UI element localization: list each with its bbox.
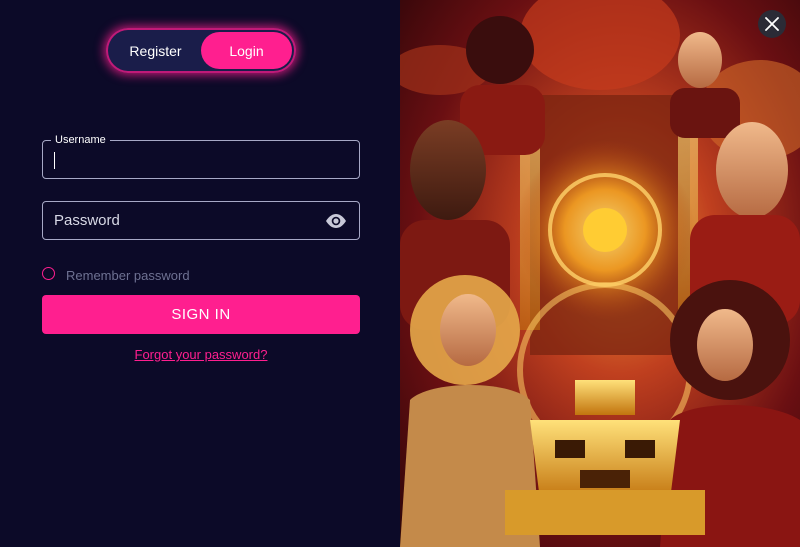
password-field xyxy=(42,201,360,240)
idol-crown xyxy=(575,380,635,415)
forgot-password-link[interactable]: Forgot your password? xyxy=(0,347,402,362)
face-shape xyxy=(440,294,496,366)
idol-base xyxy=(505,490,705,535)
idol-mouth xyxy=(580,470,630,488)
helmet-shape xyxy=(466,16,534,84)
promo-image xyxy=(400,0,800,547)
close-button[interactable] xyxy=(758,10,786,38)
sign-in-button[interactable]: SIGN IN xyxy=(42,295,360,334)
tab-login[interactable]: Login xyxy=(201,32,292,69)
username-field: Username xyxy=(42,133,360,179)
face-shape xyxy=(697,309,753,381)
close-icon xyxy=(765,17,779,31)
login-modal: Register Login Username Remember passwor… xyxy=(0,0,800,547)
password-input[interactable] xyxy=(43,202,359,239)
remember-radio[interactable] xyxy=(42,267,55,280)
roulette-center xyxy=(583,208,627,252)
ball-shape xyxy=(520,0,680,90)
promo-artwork xyxy=(400,0,800,547)
face-shape xyxy=(716,122,788,218)
face-shape xyxy=(410,120,486,220)
idol-eye xyxy=(555,440,585,458)
eye-icon[interactable] xyxy=(325,212,347,230)
tab-register[interactable]: Register xyxy=(110,32,201,69)
remember-label: Remember password xyxy=(66,268,190,283)
text-caret xyxy=(54,152,55,169)
idol-eye xyxy=(625,440,655,458)
remember-password: Remember password xyxy=(42,264,190,283)
auth-tabs: Register Login xyxy=(106,28,296,73)
username-label: Username xyxy=(51,133,110,147)
face-shape xyxy=(678,32,722,88)
shirt-shape xyxy=(670,88,740,138)
login-panel: Register Login Username Remember passwor… xyxy=(0,0,400,547)
